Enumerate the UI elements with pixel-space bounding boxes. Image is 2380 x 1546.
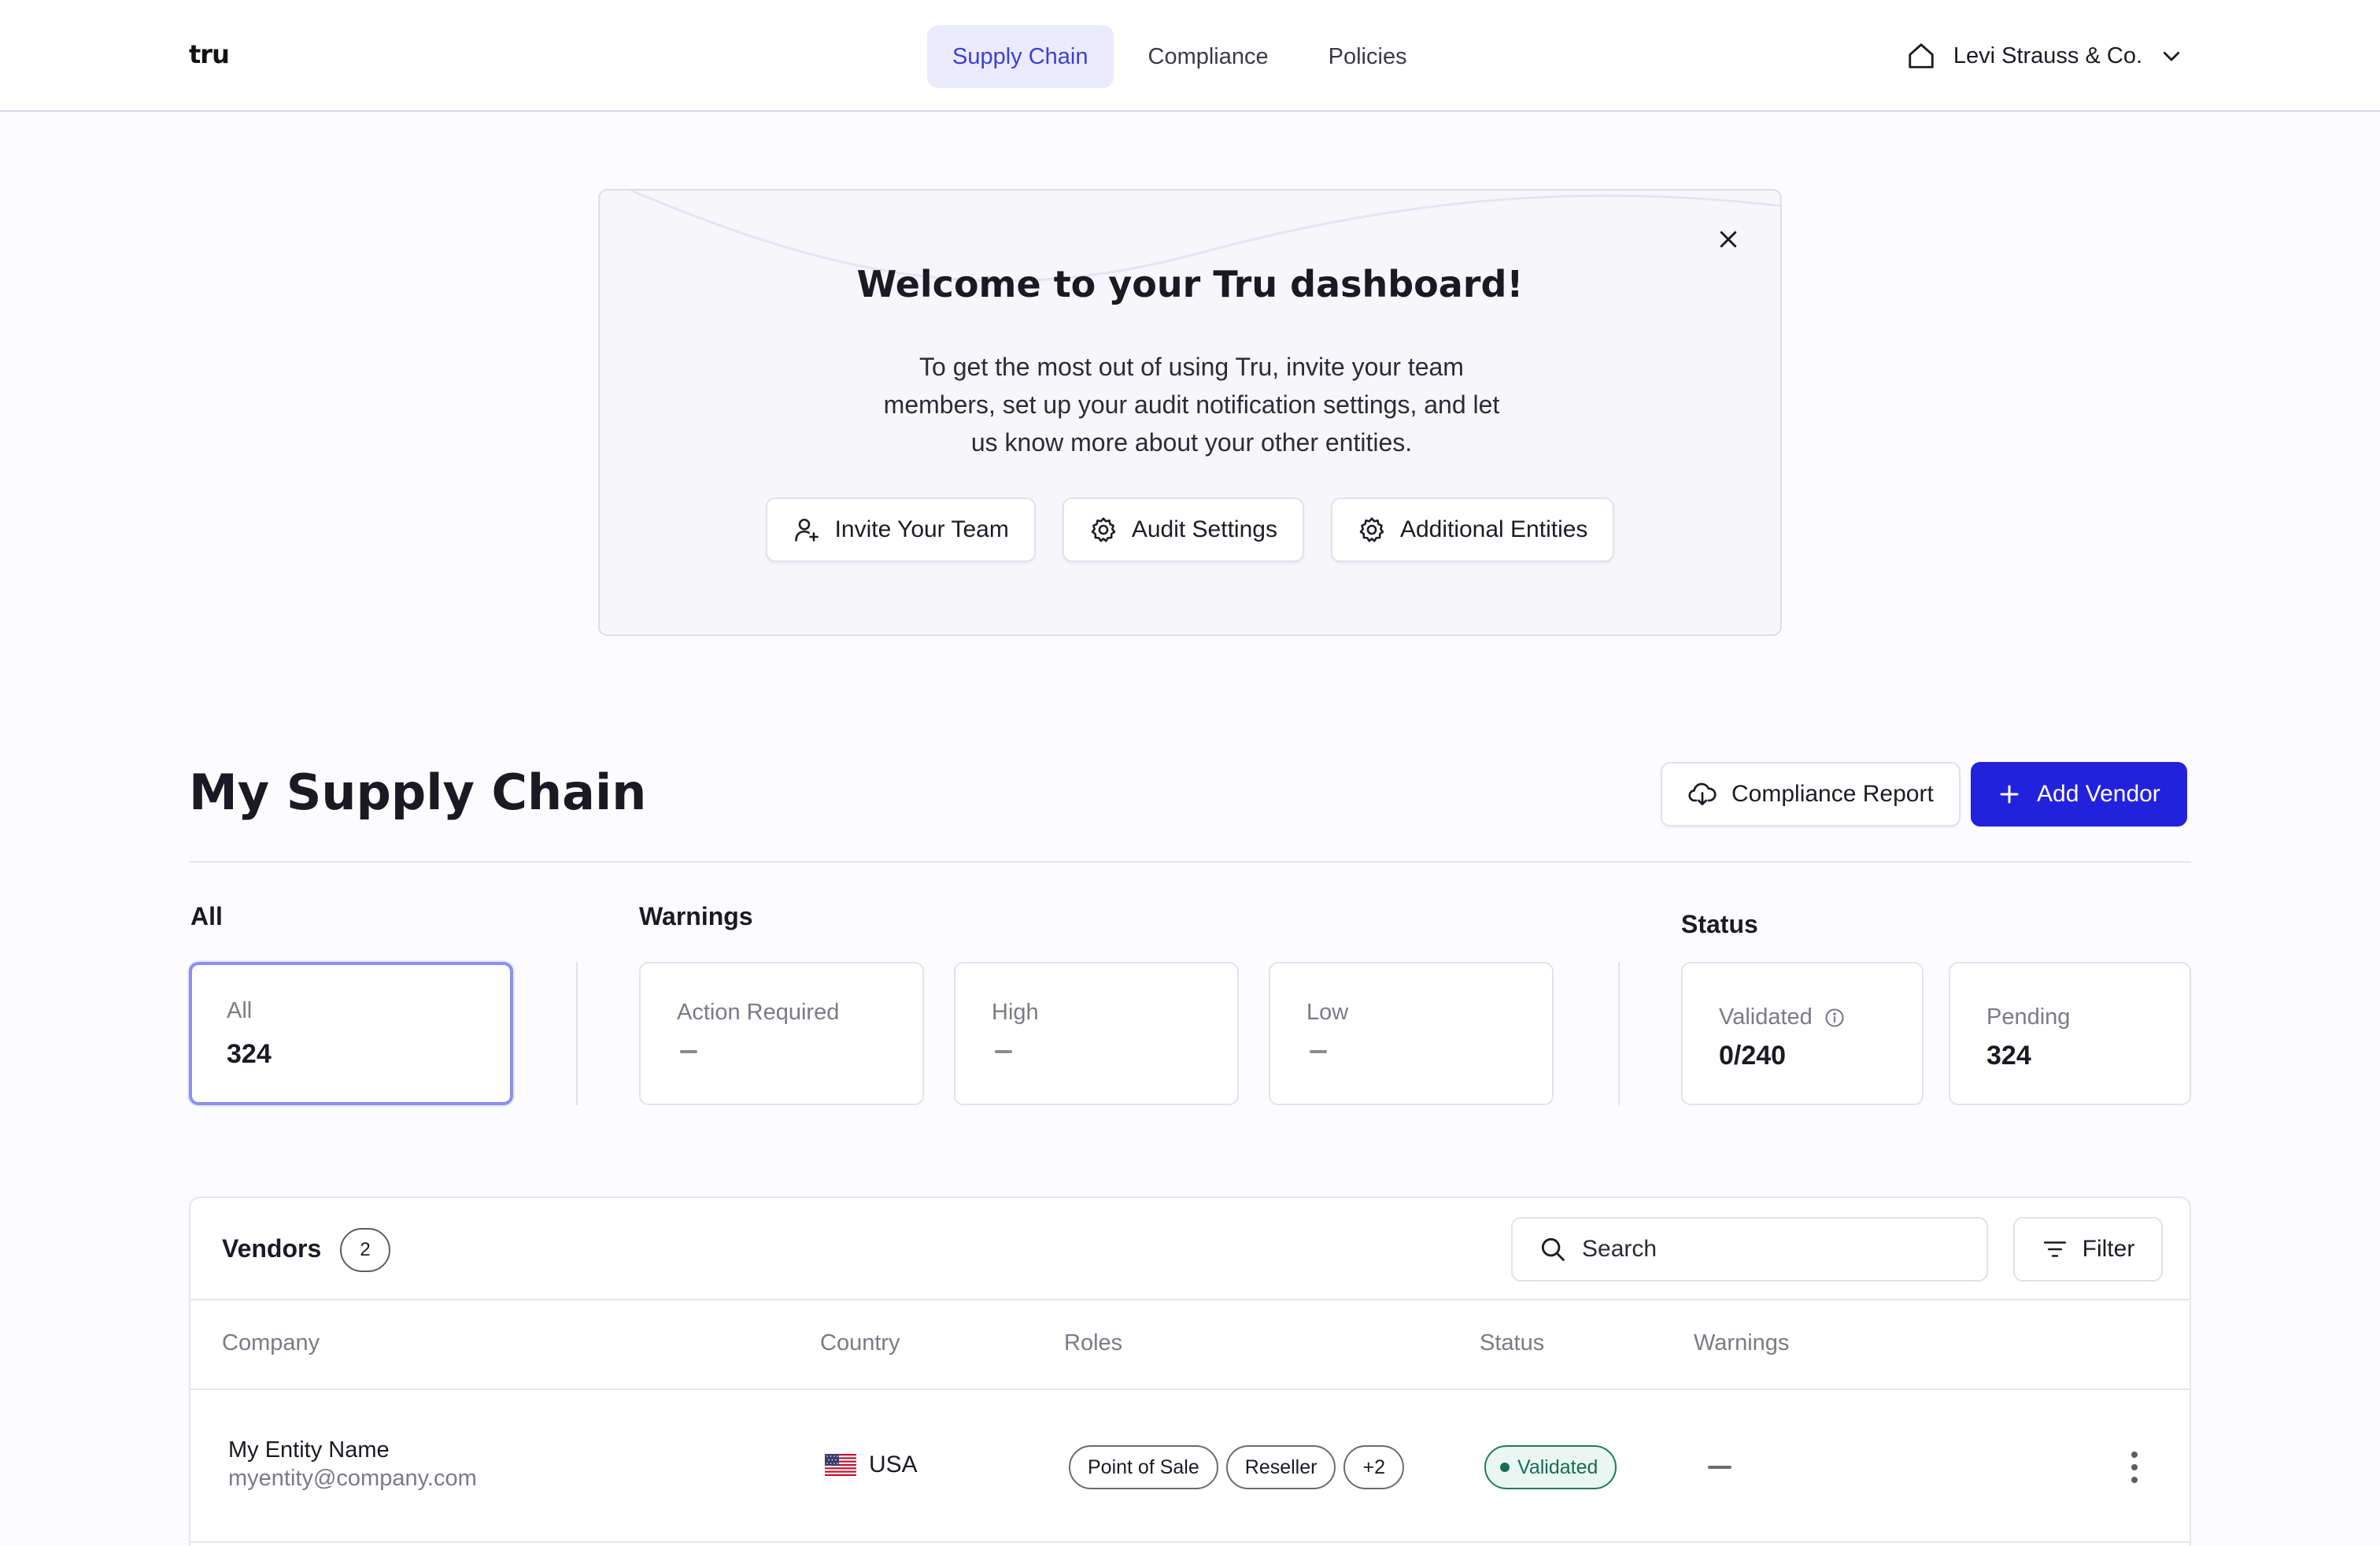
stat-label: Validated xyxy=(1719,1004,1813,1030)
invite-team-label: Invite Your Team xyxy=(834,516,1009,542)
welcome-actions: Invite Your Team Audit Settings Addition… xyxy=(600,497,1780,562)
stat-card-action-required[interactable]: Action Required xyxy=(639,962,924,1105)
welcome-title: Welcome to your Tru dashboard! xyxy=(856,263,1524,305)
close-icon xyxy=(1720,231,1737,248)
roles-cell: Point of Sale Reseller +2 xyxy=(1069,1445,1404,1489)
stat-label: All xyxy=(227,998,253,1023)
compliance-report-button[interactable]: Compliance Report xyxy=(1661,762,1961,827)
status-label: Validated xyxy=(1517,1455,1598,1478)
all-group-label: All xyxy=(190,902,223,930)
stat-card-high[interactable]: High xyxy=(954,962,1239,1105)
welcome-line-3: us know more about your other entities. xyxy=(970,428,1413,457)
invite-team-button[interactable]: Invite Your Team xyxy=(765,497,1036,562)
company-email: myentity@company.com xyxy=(228,1466,477,1491)
page-title: My Supply Chain xyxy=(189,764,647,821)
us-flag-icon xyxy=(825,1454,856,1476)
stat-card-validated[interactable]: Validated 0/240 xyxy=(1681,962,1924,1105)
stats-separator xyxy=(576,962,578,1105)
warnings-group-label: Warnings xyxy=(639,902,753,930)
gear-icon xyxy=(1358,516,1386,544)
plus-icon xyxy=(1998,782,2021,806)
filter-icon xyxy=(2042,1236,2068,1263)
stat-card-pending[interactable]: Pending 324 xyxy=(1949,962,2191,1105)
vendors-table: Vendors 2 Search Filter Company Country … xyxy=(189,1196,2191,1546)
audit-settings-label: Audit Settings xyxy=(1131,516,1277,542)
close-banner-button[interactable] xyxy=(1709,220,1747,258)
audit-settings-button[interactable]: Audit Settings xyxy=(1062,497,1304,562)
more-roles-pill[interactable]: +2 xyxy=(1343,1445,1404,1489)
info-icon[interactable] xyxy=(1824,1007,1846,1029)
role-pill: Point of Sale xyxy=(1069,1445,1218,1489)
column-header-roles[interactable]: Roles xyxy=(1064,1330,1122,1356)
user-plus-icon xyxy=(793,516,821,544)
table-row[interactable]: My Entity Name myentity@company.com USA … xyxy=(190,1390,2190,1543)
column-header-status[interactable]: Status xyxy=(1480,1330,1544,1356)
add-vendor-button[interactable]: Add Vendor xyxy=(1971,762,2187,827)
search-placeholder: Search xyxy=(1582,1236,1658,1262)
org-name: Levi Strauss & Co. xyxy=(1953,43,2142,68)
main-tabs: Supply Chain Compliance Policies xyxy=(927,25,1432,88)
stats-separator xyxy=(1618,962,1620,1105)
stat-value: 324 xyxy=(1986,1041,2031,1071)
empty-value-dash xyxy=(1310,1050,1327,1053)
stat-card-low[interactable]: Low xyxy=(1269,962,1554,1105)
empty-value-dash xyxy=(995,1050,1012,1053)
search-input[interactable]: Search xyxy=(1511,1217,1988,1282)
welcome-banner: Welcome to your Tru dashboard! To get th… xyxy=(598,189,1782,636)
vendor-count-badge: 2 xyxy=(340,1228,390,1272)
vendors-title: Vendors xyxy=(222,1234,322,1263)
no-warnings-dash xyxy=(1708,1466,1731,1469)
filter-button[interactable]: Filter xyxy=(2013,1217,2163,1282)
country-cell: USA xyxy=(825,1452,918,1478)
status-group-label: Status xyxy=(1681,910,1758,938)
app-logo[interactable]: tru xyxy=(189,39,230,69)
row-actions-menu-icon[interactable] xyxy=(2120,1444,2149,1491)
tab-policies[interactable]: Policies xyxy=(1303,25,1432,88)
column-header-warnings[interactable]: Warnings xyxy=(1694,1330,1789,1356)
vendors-toolbar: Vendors 2 Search Filter xyxy=(190,1198,2190,1300)
welcome-line-1: To get the most out of using Tru, invite… xyxy=(919,353,1464,381)
stat-label: Low xyxy=(1306,1000,1349,1025)
home-icon xyxy=(1906,41,1936,71)
search-icon xyxy=(1538,1234,1568,1264)
stat-label: High xyxy=(992,1000,1039,1025)
tab-compliance[interactable]: Compliance xyxy=(1123,25,1294,88)
top-nav: tru Supply Chain Compliance Policies Lev… xyxy=(0,0,2380,112)
role-pill: Reseller xyxy=(1225,1445,1336,1489)
additional-entities-button[interactable]: Additional Entities xyxy=(1330,497,1615,562)
welcome-message: To get the most out of using Tru, invite… xyxy=(867,348,1516,461)
stat-value: 324 xyxy=(227,1039,272,1069)
stat-value: 0/240 xyxy=(1719,1041,1787,1071)
company-name: My Entity Name xyxy=(228,1437,390,1463)
additional-entities-label: Additional Entities xyxy=(1399,516,1588,542)
cloud-download-icon xyxy=(1687,779,1717,809)
compliance-report-label: Compliance Report xyxy=(1731,781,1934,807)
org-switcher[interactable]: Levi Strauss & Co. xyxy=(1906,36,2183,76)
stat-card-all[interactable]: All 324 xyxy=(189,962,513,1105)
stat-label: Pending xyxy=(1986,1004,2071,1030)
column-header-company[interactable]: Company xyxy=(222,1330,320,1356)
welcome-line-2: members, set up your audit notification … xyxy=(883,390,1500,419)
chevron-down-icon xyxy=(2160,44,2183,68)
country-name: USA xyxy=(869,1452,918,1478)
gear-icon xyxy=(1089,516,1118,544)
stat-label: Action Required xyxy=(677,1000,840,1025)
column-header-country[interactable]: Country xyxy=(820,1330,900,1356)
filter-label: Filter xyxy=(2082,1236,2135,1262)
stat-label-row: Validated xyxy=(1719,1004,1846,1030)
tab-supply-chain[interactable]: Supply Chain xyxy=(927,25,1114,88)
add-vendor-label: Add Vendor xyxy=(2037,781,2160,807)
empty-value-dash xyxy=(680,1050,697,1053)
status-badge: Validated xyxy=(1484,1445,1617,1489)
status-dot xyxy=(1500,1463,1510,1472)
section-divider xyxy=(189,861,2191,863)
